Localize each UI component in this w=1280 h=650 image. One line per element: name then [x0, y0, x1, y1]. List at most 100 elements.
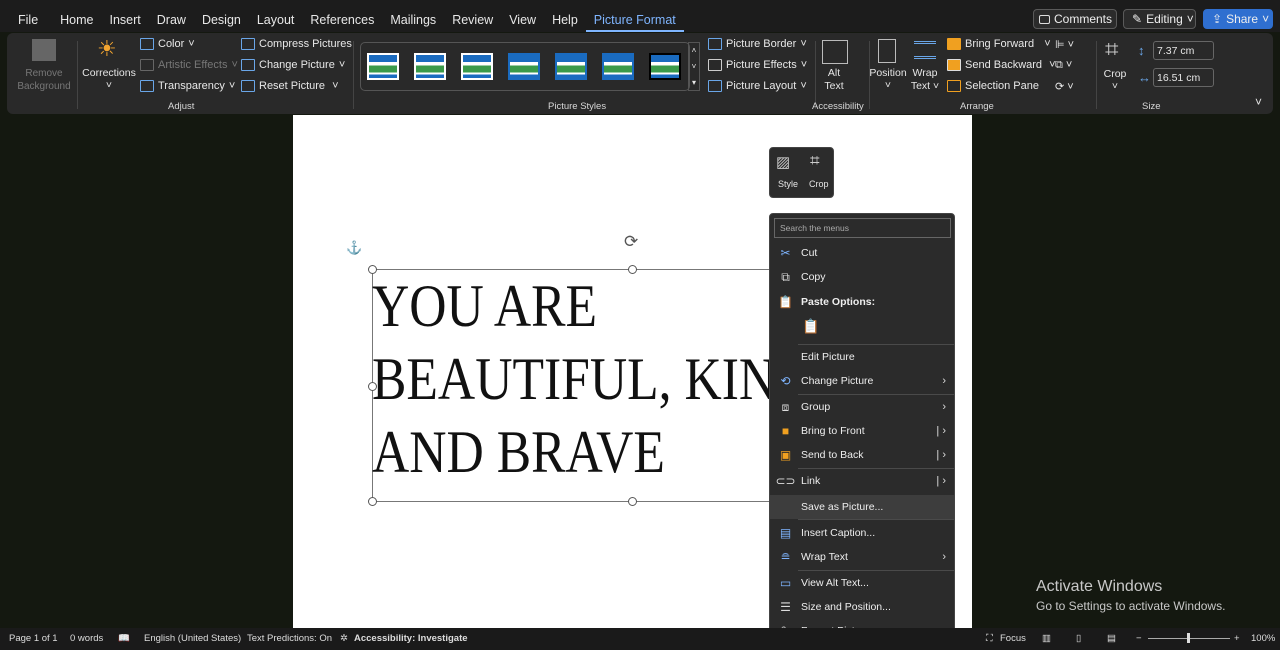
search-placeholder: Search the menus [780, 223, 849, 233]
print-layout-icon[interactable]: ▯ [1076, 633, 1081, 644]
zoom-in-button[interactable]: + [1234, 633, 1240, 644]
crop-button[interactable]: Crop ˅ [1100, 68, 1130, 92]
resize-handle[interactable] [628, 265, 637, 274]
style-thumb[interactable] [649, 53, 681, 80]
word-count[interactable]: 0 words [70, 633, 103, 644]
style-thumb[interactable] [461, 53, 493, 80]
zoom-out-button[interactable]: − [1136, 633, 1142, 644]
resize-handle[interactable] [628, 497, 637, 506]
resize-handle[interactable] [368, 382, 377, 391]
height-value: 7.37 cm [1157, 45, 1195, 57]
tab-draw[interactable]: Draw [149, 0, 194, 32]
tab-picture-format[interactable]: Picture Format [585, 0, 684, 32]
wrap-text-button[interactable]: Wrap Text ˅ [908, 67, 942, 93]
color-button[interactable]: Color ˅ [140, 38, 195, 50]
resize-handle[interactable] [368, 497, 377, 506]
menu-item-size-position[interactable]: ☰ Size and Position... [770, 595, 954, 619]
reset-label: Reset Picture [259, 80, 326, 92]
reset-picture-button[interactable]: Reset Picture ˅ [241, 80, 339, 92]
align-button[interactable]: ⊫ ˅ [1055, 38, 1074, 51]
proofing-icon[interactable]: 📖 [118, 633, 130, 644]
width-input[interactable]: 16.51 cm [1153, 68, 1214, 87]
style-thumb[interactable] [508, 53, 540, 80]
menu-label: Save as Picture... [801, 501, 884, 513]
style-thumb[interactable] [414, 53, 446, 80]
accessibility-status[interactable]: Accessibility: Investigate [354, 633, 468, 644]
share-button[interactable]: ⇪ Share ˅ [1203, 9, 1273, 29]
tab-help[interactable]: Help [544, 0, 586, 32]
tab-home[interactable]: Home [52, 0, 101, 32]
language[interactable]: English (United States) [144, 633, 241, 644]
alt-text-button[interactable]: Alt Text [819, 67, 849, 93]
height-input[interactable]: 7.37 cm [1153, 41, 1214, 60]
gallery-scroll[interactable]: ˄ ˅ ▾ [688, 42, 700, 91]
tab-design[interactable]: Design [194, 0, 249, 32]
artistic-effects-button[interactable]: Artistic Effects ˅ [140, 59, 238, 71]
crop-label: Crop [1103, 68, 1127, 80]
picture-effects-button[interactable]: Picture Effects ˅ [708, 59, 807, 71]
menu-item-save-as-picture[interactable]: Save as Picture... [770, 495, 954, 519]
comments-button[interactable]: Comments [1033, 9, 1117, 29]
menu-item-view-alt-text[interactable]: ▭ View Alt Text... [770, 571, 954, 595]
picture-layout-button[interactable]: Picture Layout ˅ [708, 80, 807, 92]
web-layout-icon[interactable]: ▤ [1107, 633, 1116, 644]
transparency-button[interactable]: Transparency ˅ [140, 80, 235, 92]
corrections-button[interactable]: Corrections ˅ [82, 67, 136, 91]
menu-label: Link [801, 475, 821, 487]
page-count[interactable]: Page 1 of 1 [9, 633, 58, 644]
menu-item-link[interactable]: ⊂⊃ Link | › [770, 469, 954, 493]
tab-references[interactable]: References [302, 0, 382, 32]
change-picture-icon [241, 59, 255, 71]
editing-button[interactable]: ✎ Editing ˅ [1123, 9, 1196, 29]
menu-item-wrap-text[interactable]: ≘ Wrap Text › [770, 545, 954, 569]
resize-handle[interactable] [368, 265, 377, 274]
wrap-l1: Wrap [912, 67, 938, 79]
zoom-slider-thumb[interactable] [1187, 633, 1190, 643]
text-predictions[interactable]: Text Predictions: On [247, 633, 332, 644]
menu-item-copy[interactable]: ⧉ Copy [770, 265, 954, 289]
style-button[interactable]: Style [778, 179, 798, 189]
compress-pictures-button[interactable]: Compress Pictures [241, 38, 352, 50]
tab-layout[interactable]: Layout [249, 0, 303, 32]
crop-mini-button[interactable]: Crop [809, 179, 829, 189]
watermark-title: Activate Windows [1036, 578, 1163, 595]
search-menus-input[interactable]: Search the menus [774, 218, 951, 238]
menu-item-edit-picture[interactable]: Edit Picture [770, 345, 954, 369]
menu-label: Group [801, 401, 831, 413]
tab-mailings[interactable]: Mailings [382, 0, 444, 32]
position-button[interactable]: Position ˅ [869, 67, 907, 91]
rotate-button[interactable]: ⟳ ˅ [1055, 80, 1074, 93]
menu-item-bring-to-front[interactable]: ■ Bring to Front | › [770, 419, 954, 443]
picture-border-button[interactable]: Picture Border ˅ [708, 38, 807, 50]
tab-review[interactable]: Review [444, 0, 501, 32]
menu-item-send-to-back[interactable]: ▣ Send to Back | › [770, 443, 954, 467]
tab-insert[interactable]: Insert [102, 0, 149, 32]
change-picture-button[interactable]: Change Picture ˅ [241, 59, 345, 71]
menu-item-cut[interactable]: ✂ Cut [770, 241, 954, 265]
read-mode-icon[interactable]: ▥ [1042, 633, 1051, 644]
menu-item-insert-caption[interactable]: ▤ Insert Caption... [770, 521, 954, 545]
collapse-ribbon-button[interactable]: ˅ [1255, 95, 1262, 109]
style-thumb[interactable] [367, 53, 399, 80]
style-thumb[interactable] [602, 53, 634, 80]
menu-label: Edit Picture [801, 351, 855, 363]
zoom-level[interactable]: 100% [1251, 633, 1275, 644]
menu-item-group[interactable]: ⧈ Group › [770, 395, 954, 419]
picture-styles-gallery[interactable] [360, 42, 690, 91]
send-backward-button[interactable]: Send Backward ˅ [947, 59, 1056, 71]
style-thumb[interactable] [555, 53, 587, 80]
focus-button[interactable]: Focus [1000, 633, 1026, 644]
paste-icon: 📋 [778, 295, 793, 309]
remove-background-button[interactable]: Remove Background [15, 67, 73, 93]
tab-view[interactable]: View [501, 0, 544, 32]
rotate-handle-icon[interactable]: ⟳ [624, 232, 638, 252]
paste-keep-format-button[interactable]: 📋 [802, 318, 819, 335]
menu-label: Wrap Text [801, 551, 848, 563]
artistic-effects-icon [140, 59, 154, 71]
selection-pane-button[interactable]: Selection Pane [947, 80, 1039, 92]
group-button[interactable]: ⧉ ˅ [1055, 59, 1072, 72]
bring-forward-button[interactable]: Bring Forward ˅ [947, 38, 1051, 50]
menu-item-change-picture[interactable]: ⟲ Change Picture › [770, 369, 954, 393]
send-backward-icon [947, 59, 961, 71]
tab-file[interactable]: File [0, 0, 52, 32]
